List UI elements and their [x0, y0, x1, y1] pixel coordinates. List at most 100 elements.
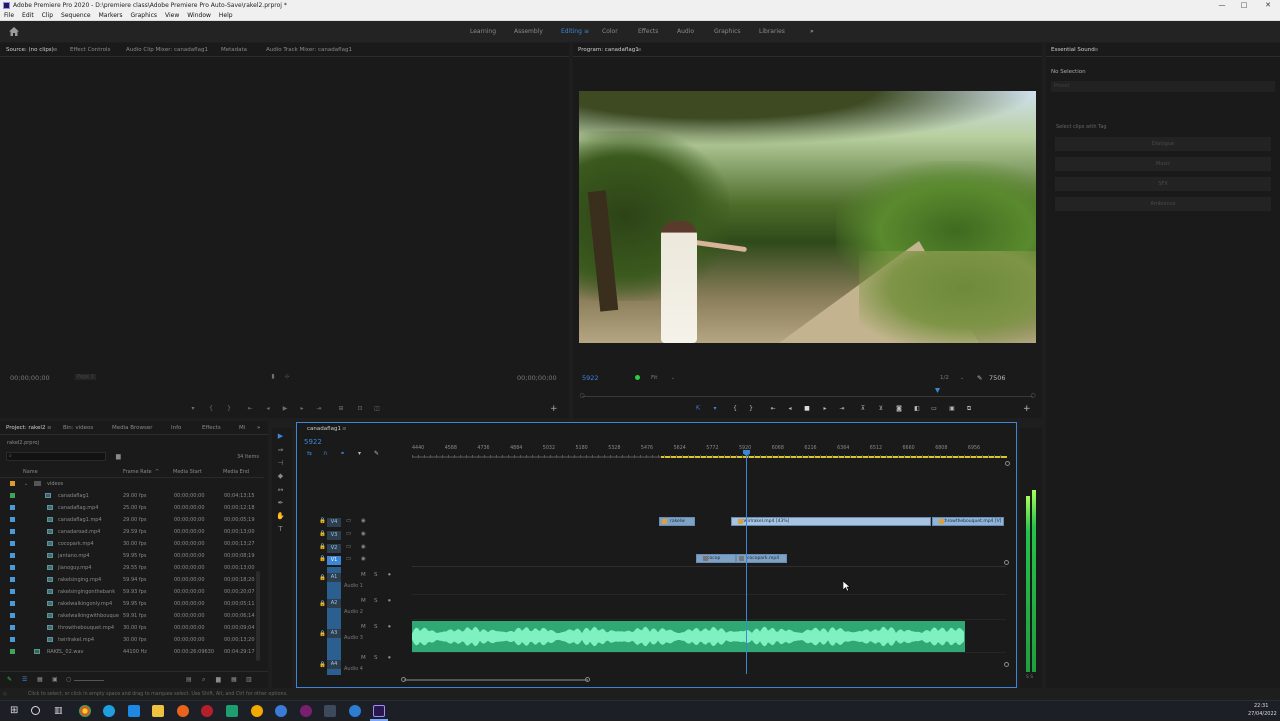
trash-icon[interactable]: ▥: [246, 676, 252, 683]
program-go-out-icon[interactable]: ⇥: [839, 406, 845, 412]
a3-lock-icon[interactable]: 🔒: [319, 631, 326, 637]
zoom-slider-icon[interactable]: ○: [66, 676, 71, 683]
project-item-row[interactable]: canadaflag1 29.00 fps 00;00;00;00 00;04;13;…: [0, 490, 264, 502]
project-find-icon[interactable]: ⌕: [202, 676, 205, 684]
timeline-playhead-line[interactable]: [746, 452, 747, 674]
label-color-swatch[interactable]: [10, 493, 15, 498]
v2-label[interactable]: V2: [327, 544, 341, 553]
tab-essential-sound[interactable]: Essential Sound: [1051, 47, 1095, 53]
freeform-view-icon[interactable]: ▣: [52, 676, 58, 683]
v1-eye-icon[interactable]: ◉: [361, 556, 366, 562]
timeline-settings-wrench-icon[interactable]: ✎: [374, 450, 379, 457]
workspace-assembly[interactable]: Assembly: [514, 28, 543, 35]
v2-eye-icon[interactable]: ◉: [361, 544, 366, 550]
a4-label[interactable]: A4: [327, 660, 341, 669]
timeline-timecode[interactable]: 5922: [304, 438, 322, 446]
v3-lock-icon[interactable]: 🔒: [319, 531, 326, 537]
a2-mic-icon[interactable]: ⏺: [388, 598, 391, 605]
v1-label[interactable]: V1: [327, 556, 341, 565]
a1-mic-icon[interactable]: ⏺: [388, 572, 391, 579]
program-step-back-icon[interactable]: ◂: [787, 406, 793, 412]
timeline-scroll-end-icon[interactable]: [1005, 461, 1010, 466]
zoom-chevron-down-icon[interactable]: ⌄: [671, 375, 675, 381]
program-video-frame[interactable]: [579, 91, 1036, 343]
program-stop-icon[interactable]: ■: [804, 406, 810, 412]
workspace-menu-icon[interactable]: ≡: [584, 28, 589, 35]
tab-project[interactable]: Project: rakel2: [6, 425, 45, 431]
column-media-end[interactable]: Media End: [223, 467, 249, 478]
firefox-icon[interactable]: [177, 705, 189, 717]
zoom-slider[interactable]: [74, 680, 104, 681]
tab-source-menu-icon[interactable]: ≡: [53, 47, 58, 53]
program-go-in-icon[interactable]: ⇤: [770, 406, 776, 412]
premiere-taskbar-icon[interactable]: [373, 705, 385, 717]
app-blue-icon[interactable]: [275, 705, 287, 717]
v3-sync-icon[interactable]: ▭: [346, 531, 351, 537]
a4-mute-button[interactable]: M: [361, 655, 366, 661]
v1-lock-icon[interactable]: 🔒: [319, 556, 326, 562]
program-add-marker-icon[interactable]: ▾: [712, 406, 718, 412]
tab-info[interactable]: Info: [171, 425, 181, 431]
program-lift-icon[interactable]: ⊼: [860, 406, 866, 412]
project-item-row[interactable]: RAKEL_02.wav 44100 Hz 00:00:26:09630 00:04:…: [0, 646, 264, 658]
essential-sfx-button[interactable]: SFX: [1055, 177, 1271, 191]
label-color-swatch[interactable]: [10, 553, 15, 558]
v4-eye-icon[interactable]: ◉: [361, 518, 366, 524]
new-bin-icon[interactable]: ▆: [116, 453, 121, 460]
razor-tool-icon[interactable]: ◆: [276, 472, 285, 481]
a4-solo-button[interactable]: S: [374, 655, 378, 661]
menu-clip[interactable]: Clip: [38, 11, 57, 21]
maximize-button[interactable]: □: [1232, 0, 1256, 11]
project-search-input[interactable]: ⌕: [6, 452, 106, 461]
hand-tool-icon[interactable]: ✋: [276, 512, 285, 521]
pencil-icon[interactable]: ✎: [7, 676, 12, 683]
minimize-button[interactable]: —: [1210, 0, 1234, 11]
column-name[interactable]: Name: [23, 467, 38, 478]
source-page-select[interactable]: Page 1: [75, 374, 96, 380]
tab-markers[interactable]: Mi: [239, 425, 245, 431]
tab-media-browser[interactable]: Media Browser: [112, 425, 153, 431]
menu-markers[interactable]: Markers: [95, 11, 127, 21]
a1-label[interactable]: A1: [327, 573, 341, 582]
tab-source[interactable]: Source: (no clips): [6, 47, 54, 53]
sort-icons-icon[interactable]: ▤: [186, 676, 192, 683]
v4-lock-icon[interactable]: 🔒: [319, 518, 326, 524]
a3-solo-button[interactable]: S: [374, 624, 378, 630]
workspace-color[interactable]: Color: [602, 28, 618, 35]
program-camera-icon[interactable]: ◙: [896, 406, 902, 412]
tab-effects[interactable]: Effects: [202, 425, 221, 431]
source-marker-icon[interactable]: ▾: [190, 406, 196, 412]
program-export-icon[interactable]: ⧉: [966, 406, 972, 412]
menu-window[interactable]: Window: [183, 11, 215, 21]
program-settings-wrench-icon[interactable]: ✎: [977, 374, 982, 382]
label-color-swatch[interactable]: [10, 565, 15, 570]
tab-essential-menu-icon[interactable]: ≡: [1094, 47, 1099, 53]
program-safe-margins-icon[interactable]: ▣: [949, 406, 955, 412]
program-playhead-marker[interactable]: [935, 388, 940, 393]
label-color-swatch[interactable]: [10, 541, 15, 546]
program-marker-in-icon[interactable]: ⇱: [695, 406, 701, 412]
project-item-row[interactable]: jianoguy.mp4 29.55 fps 00;00;00;00 00;00;13…: [0, 562, 264, 574]
timeline-tab-menu-icon[interactable]: ≡: [342, 426, 347, 432]
source-overwrite-icon[interactable]: ⊡: [357, 406, 363, 412]
label-color-swatch[interactable]: [10, 589, 15, 594]
media-app-icon[interactable]: [201, 705, 213, 717]
program-timecode[interactable]: 5922: [582, 374, 599, 382]
source-step-forward-icon[interactable]: ▸: [299, 406, 305, 412]
program-compare-icon[interactable]: ◧: [914, 406, 920, 412]
video-zoom-handle-icon[interactable]: [1004, 560, 1009, 565]
workspace-effects[interactable]: Effects: [638, 28, 658, 35]
a2-lock-icon[interactable]: 🔒: [319, 601, 326, 607]
icon-view-icon[interactable]: ▦: [37, 676, 43, 683]
source-mark-out-icon[interactable]: }: [226, 406, 232, 412]
source-mark-in-icon[interactable]: {: [208, 406, 214, 412]
source-go-out-icon[interactable]: ⇥: [316, 406, 322, 412]
v1-sync-icon[interactable]: ▭: [346, 556, 351, 562]
calculator-icon[interactable]: [324, 705, 336, 717]
scrub-end-handle-icon[interactable]: ○: [1030, 393, 1036, 399]
essential-music-button[interactable]: Music: [1055, 157, 1271, 171]
a2-mute-button[interactable]: M: [361, 598, 366, 604]
label-color-swatch[interactable]: [10, 517, 15, 522]
new-bin-footer-icon[interactable]: ▆: [216, 676, 221, 683]
clip-v1-cocop[interactable]: cocop: [696, 554, 736, 563]
